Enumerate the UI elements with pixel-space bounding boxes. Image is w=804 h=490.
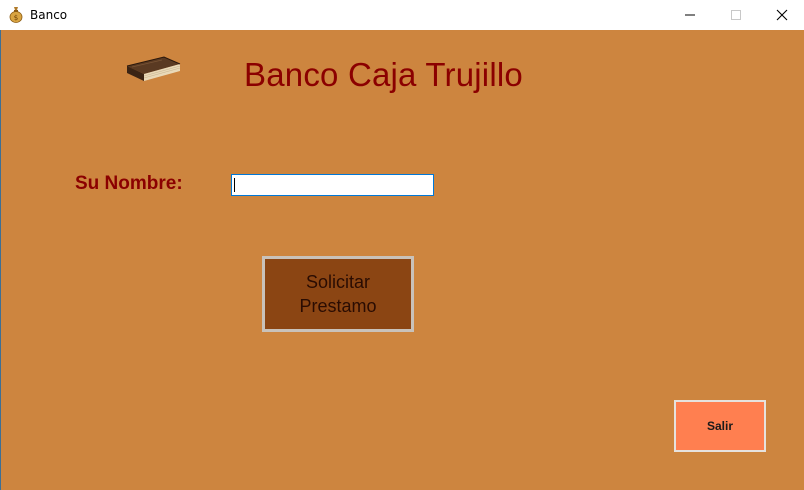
money-bag-icon: $ — [9, 6, 23, 23]
exit-button[interactable]: Salir — [674, 400, 766, 452]
name-input[interactable] — [231, 174, 434, 196]
book-icon — [124, 54, 182, 84]
minimize-icon[interactable] — [667, 0, 713, 30]
window-title: Banco — [30, 8, 68, 22]
text-caret — [234, 178, 235, 192]
title-bar[interactable]: $ Banco — [0, 0, 804, 30]
svg-text:$: $ — [14, 14, 18, 22]
close-icon[interactable] — [759, 0, 804, 30]
form-client-area: Banco Caja Trujillo Su Nombre: Solicitar… — [0, 30, 804, 490]
maximize-icon[interactable] — [713, 0, 759, 30]
name-label: Su Nombre: — [75, 173, 183, 194]
request-loan-button[interactable]: Solicitar Prestamo — [262, 256, 414, 332]
app-window: $ Banco Banco Caja Trujillo Su Nombre: S… — [0, 0, 804, 490]
page-title: Banco Caja Trujillo — [244, 56, 523, 93]
